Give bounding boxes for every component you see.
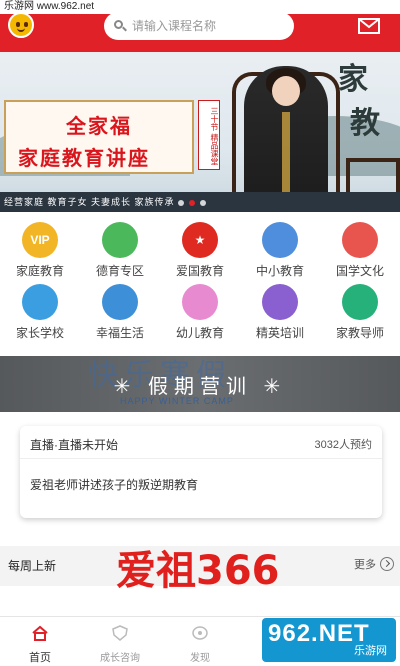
category-label: 幸福生活 <box>95 326 144 340</box>
smiley-face-icon[interactable] <box>8 12 34 38</box>
banner-carousel[interactable]: 全家福 家庭教育讲座 三十节 精品课堂 家 教 经营家庭 教育子女 夫妻成长 家… <box>0 52 400 212</box>
category-item[interactable]: ★ 爱国教育 <box>160 218 240 280</box>
carousel-dot[interactable] <box>178 200 184 206</box>
building-icon <box>262 222 298 258</box>
category-label: 幼儿教育 <box>175 326 224 340</box>
banner-title-card: 全家福 家庭教育讲座 <box>4 100 194 174</box>
promo-banner[interactable]: 快乐寒假 HAPPY WINTER CAMP ✳ 假期营训 ✳ <box>0 356 400 412</box>
carousel-indicator <box>178 200 206 206</box>
mail-icon[interactable] <box>358 18 380 34</box>
category-label: 德育专区 <box>95 264 144 278</box>
chevron-right-icon <box>380 557 394 571</box>
category-label: 家长学校 <box>15 326 64 340</box>
banner-speaker-image <box>244 66 328 212</box>
home-icon <box>32 625 48 641</box>
more-label: 更多 <box>354 559 376 571</box>
search-bar[interactable] <box>104 12 294 40</box>
watermark-logo-subtext: 乐游网 <box>354 645 387 657</box>
shield-icon <box>112 625 128 641</box>
weekly-title: 每周上新 <box>8 559 57 573</box>
live-booking-count: 3032人预约 <box>314 439 372 451</box>
category-label: 国学文化 <box>335 264 384 278</box>
divider <box>20 458 382 459</box>
carousel-dot[interactable] <box>200 200 206 206</box>
banner-side-char: 教 <box>350 106 380 141</box>
category-item[interactable]: 幼儿教育 <box>160 280 240 342</box>
vip-icon: VIP <box>22 222 58 258</box>
carousel-dot-active[interactable] <box>189 200 195 206</box>
category-item[interactable]: 幸福生活 <box>80 280 160 342</box>
child-icon <box>182 284 218 320</box>
bird-icon <box>102 284 138 320</box>
banner-title-line1: 全家福 <box>66 114 132 138</box>
tab-label: 成长咨询 <box>100 653 140 664</box>
tab-discover[interactable]: 发现 <box>160 617 240 666</box>
china-flag-icon: ★ <box>182 222 218 258</box>
live-status: 直播·直播未开始 <box>30 438 118 452</box>
category-grid: VIP 家庭教育 德育专区 ★ 爱国教育 中小教育 国学文化家长学校 幸福生活 幼儿教育 精英培训… <box>0 218 400 348</box>
tab-growth-consult[interactable]: 成长咨询 <box>80 617 160 666</box>
category-label: 精英培训 <box>255 326 304 340</box>
tab-label: 首页 <box>29 652 51 664</box>
avatar-eye-left <box>16 22 20 27</box>
banner-vertical-tag: 三十节 精品课堂 <box>198 100 220 170</box>
live-topic: 爱祖老师讲述孩子的叛逆期教育 <box>30 478 199 492</box>
banner-title-line2: 家庭教育讲座 <box>18 146 150 170</box>
category-label: 爱国教育 <box>175 264 224 278</box>
teacher-board-icon <box>342 284 378 320</box>
watermark-logo: 962.NET 乐游网 <box>262 618 396 662</box>
category-item[interactable]: 中小教育 <box>240 218 320 280</box>
banner-side-char: 家 <box>338 62 368 97</box>
promo-title: ✳ 假期营训 ✳ <box>113 376 287 398</box>
virtue-icon <box>102 222 138 258</box>
watermark-top-text: 乐游网 www.962.net <box>0 0 400 14</box>
category-item[interactable]: 家长学校 <box>0 280 80 342</box>
more-link[interactable]: 更多 <box>354 556 394 572</box>
category-label: 家教导师 <box>335 326 384 340</box>
category-item[interactable]: 家教导师 <box>320 280 400 342</box>
avatar-eye-right <box>24 22 28 27</box>
category-item[interactable]: 国学文化 <box>320 218 400 280</box>
search-icon <box>114 20 127 32</box>
avatar-mouth <box>17 28 25 32</box>
tab-home[interactable]: 首页 <box>0 617 80 666</box>
search-input[interactable] <box>132 19 282 33</box>
category-item[interactable]: VIP 家庭教育 <box>0 218 80 280</box>
tab-label: 发现 <box>190 653 210 664</box>
book-icon <box>22 284 58 320</box>
overlay-watermark-text: 爱祖366 <box>116 548 280 594</box>
category-label: 家庭教育 <box>15 264 64 278</box>
people-icon <box>262 284 298 320</box>
fan-icon <box>342 222 378 258</box>
category-label: 中小教育 <box>255 264 304 278</box>
discover-icon <box>192 626 208 640</box>
category-item[interactable]: 精英培训 <box>240 280 320 342</box>
live-card[interactable]: 直播·直播未开始 3032人预约 爱祖老师讲述孩子的叛逆期教育 <box>20 426 382 518</box>
category-item[interactable]: 德育专区 <box>80 218 160 280</box>
